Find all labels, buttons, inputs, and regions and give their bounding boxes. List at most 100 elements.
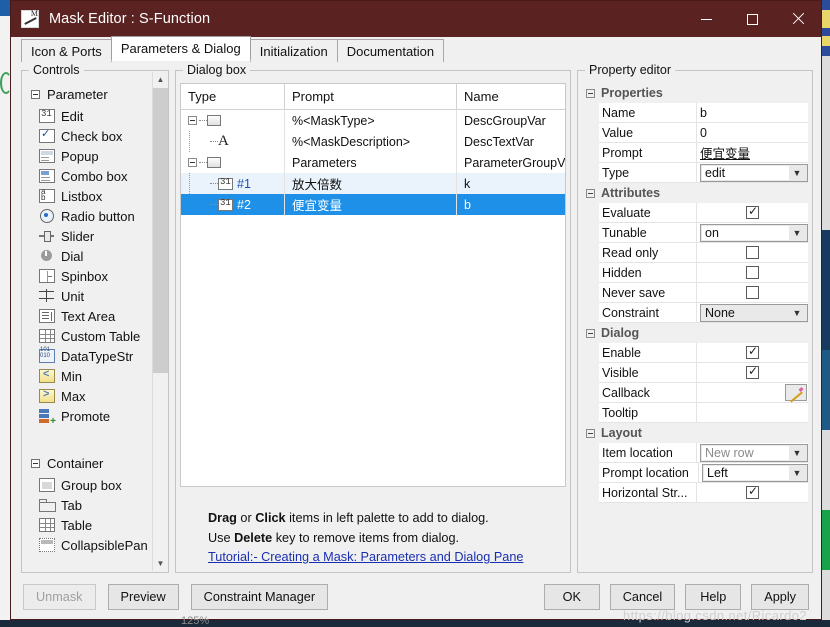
checkbox-icon (39, 129, 55, 143)
never-save-checkbox[interactable] (746, 286, 759, 299)
constraint-dropdown[interactable]: None ▼ (700, 304, 808, 322)
cancel-button[interactable]: Cancel (610, 584, 676, 610)
property-row-value[interactable]: Value 0 (599, 123, 808, 143)
column-header-type[interactable]: Type (181, 84, 285, 109)
table-row[interactable]: %<MaskType> DescGroupVar (181, 110, 565, 131)
property-row-callback[interactable]: Callback (599, 383, 808, 403)
table-row-selected[interactable]: #2 便宜变量 b (181, 194, 565, 215)
palette-item-group-box[interactable]: Group box (23, 475, 151, 495)
tab-icon-and-ports[interactable]: Icon & Ports (21, 39, 112, 62)
value-field[interactable]: 0 (697, 123, 808, 142)
palette-item-datatypestr[interactable]: DataTypeStr (23, 346, 151, 366)
property-row-item-location[interactable]: Item location New row ▼ (599, 443, 808, 463)
collapse-icon[interactable] (586, 329, 595, 338)
scroll-up-icon[interactable]: ▲ (153, 72, 168, 87)
palette-item-slider[interactable]: Slider (23, 226, 151, 246)
property-row-never-save[interactable]: Never save (599, 283, 808, 303)
property-row-prompt[interactable]: Prompt 便宜变量 (599, 143, 808, 163)
dialog-items-table[interactable]: Type Prompt Name %<MaskType> DescGroupVa… (180, 83, 566, 487)
palette-item-max[interactable]: Max (23, 386, 151, 406)
help-button[interactable]: Help (685, 584, 741, 610)
column-header-name[interactable]: Name (457, 84, 565, 109)
property-row-horizontal-stretch[interactable]: Horizontal Str... (599, 483, 808, 503)
close-button[interactable] (775, 1, 821, 37)
palette-item-check-box[interactable]: Check box (23, 126, 151, 146)
name-field[interactable]: b (697, 103, 808, 122)
tree-connector (210, 204, 218, 205)
property-section-properties[interactable]: Properties (582, 83, 808, 103)
collapse-icon[interactable] (586, 189, 595, 198)
palette-item-combo-box[interactable]: Combo box (23, 166, 151, 186)
hidden-checkbox[interactable] (746, 266, 759, 279)
property-row-visible[interactable]: Visible (599, 363, 808, 383)
palette-section-container[interactable]: Container (23, 452, 151, 475)
visible-checkbox[interactable] (746, 366, 759, 379)
palette-item-table[interactable]: Table (23, 515, 151, 535)
palette-item-custom-table[interactable]: Custom Table (23, 326, 151, 346)
palette-item-text-area[interactable]: Text Area (23, 306, 151, 326)
palette-item-radio-button[interactable]: Radio button (23, 206, 151, 226)
ok-button[interactable]: OK (544, 584, 600, 610)
prompt-field[interactable]: 便宜变量 (697, 143, 808, 162)
maximize-button[interactable] (729, 1, 775, 37)
hint-text: items in left palette to add to dialog. (286, 511, 489, 525)
property-row-read-only[interactable]: Read only (599, 243, 808, 263)
prompt-location-dropdown[interactable]: Left ▼ (702, 464, 808, 482)
property-row-evaluate[interactable]: Evaluate (599, 203, 808, 223)
scrollbar-thumb[interactable] (153, 88, 168, 373)
item-location-dropdown[interactable]: New row ▼ (700, 444, 808, 462)
palette-item-tab[interactable]: Tab (23, 495, 151, 515)
evaluate-checkbox[interactable] (746, 206, 759, 219)
property-row-enable[interactable]: Enable (599, 343, 808, 363)
palette-item-min[interactable]: Min (23, 366, 151, 386)
palette-item-listbox[interactable]: Listbox (23, 186, 151, 206)
palette-item-edit[interactable]: Edit (23, 106, 151, 126)
property-row-tooltip[interactable]: Tooltip (599, 403, 808, 423)
tab-parameters-and-dialog[interactable]: Parameters & Dialog (111, 36, 251, 61)
tab-documentation[interactable]: Documentation (337, 39, 444, 62)
palette-item-dial[interactable]: Dial (23, 246, 151, 266)
horizontal-stretch-checkbox[interactable] (746, 486, 759, 499)
palette-scrollbar[interactable]: ▲ ▼ (152, 72, 167, 571)
read-only-checkbox[interactable] (746, 246, 759, 259)
scroll-down-icon[interactable]: ▼ (153, 556, 168, 571)
collapse-icon[interactable] (188, 158, 197, 167)
tunable-dropdown[interactable]: on ▼ (700, 224, 808, 242)
type-dropdown[interactable]: edit ▼ (700, 164, 808, 182)
property-section-layout[interactable]: Layout (582, 423, 808, 443)
property-row-tunable[interactable]: Tunable on ▼ (599, 223, 808, 243)
tab-initialization[interactable]: Initialization (250, 39, 338, 62)
constraint-manager-button[interactable]: Constraint Manager (191, 584, 328, 610)
minimize-button[interactable] (683, 1, 729, 37)
palette-item-promote[interactable]: Promote (23, 406, 151, 426)
collapse-icon[interactable] (31, 459, 40, 468)
property-row-hidden[interactable]: Hidden (599, 263, 808, 283)
property-row-type[interactable]: Type edit ▼ (599, 163, 808, 183)
apply-button[interactable]: Apply (751, 584, 809, 610)
collapse-icon[interactable] (188, 116, 197, 125)
palette-item-popup[interactable]: Popup (23, 146, 151, 166)
property-section-dialog[interactable]: Dialog (582, 323, 808, 343)
table-row[interactable]: #1 放大倍数 k (181, 173, 565, 194)
palette-item-collapsible-panel[interactable]: CollapsiblePan (23, 535, 151, 555)
property-row-name[interactable]: Name b (599, 103, 808, 123)
palette-item-spinbox[interactable]: Spinbox (23, 266, 151, 286)
column-header-prompt[interactable]: Prompt (285, 84, 457, 109)
collapse-icon[interactable] (586, 89, 595, 98)
collapse-icon[interactable] (586, 429, 595, 438)
unmask-button[interactable]: Unmask (23, 584, 96, 610)
table-row[interactable]: A %<MaskDescription> DescTextVar (181, 131, 565, 152)
palette-item-label: CollapsiblePan (61, 538, 148, 553)
palette-item-unit[interactable]: Unit (23, 286, 151, 306)
table-row[interactable]: Parameters ParameterGroupVar (181, 152, 565, 173)
enable-checkbox[interactable] (746, 346, 759, 359)
property-row-prompt-location[interactable]: Prompt location Left ▼ (599, 463, 808, 483)
tooltip-field[interactable] (697, 403, 808, 422)
preview-button[interactable]: Preview (108, 584, 179, 610)
palette-section-parameter[interactable]: Parameter (23, 83, 151, 106)
tutorial-link[interactable]: Tutorial:- Creating a Mask: Parameters a… (208, 550, 523, 564)
property-section-attributes[interactable]: Attributes (582, 183, 808, 203)
collapse-icon[interactable] (31, 90, 40, 99)
pencil-edit-icon[interactable] (785, 384, 807, 401)
property-row-constraint[interactable]: Constraint None ▼ (599, 303, 808, 323)
